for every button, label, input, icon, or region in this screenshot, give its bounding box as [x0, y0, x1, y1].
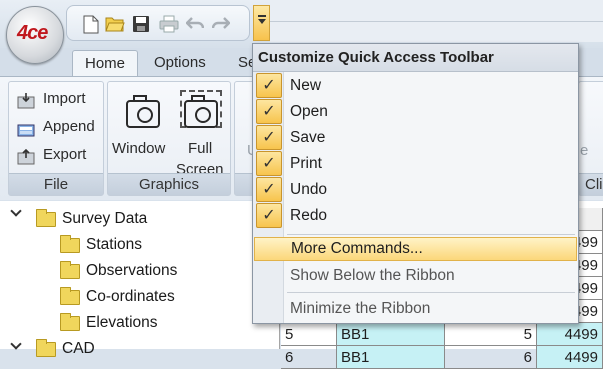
table-cell[interactable]: 5: [445, 323, 537, 346]
tab-options[interactable]: Options: [142, 50, 218, 77]
tree-node-label: Stations: [86, 236, 143, 253]
window-label: Window: [112, 140, 166, 157]
menu-item-show-below-ribbon[interactable]: Show Below the Ribbon: [254, 263, 577, 289]
customize-dropdown-icon: [258, 15, 266, 17]
import-button[interactable]: Import: [17, 90, 86, 109]
undo-icon[interactable]: [185, 15, 205, 35]
survey-tree: Survey Data Stations Observations Co-ord…: [0, 201, 280, 357]
right-group-label-partial: Cli: [579, 173, 603, 195]
table-cell[interactable]: BB1: [337, 323, 445, 346]
menu-item-label: Print: [290, 155, 322, 172]
tree-node-elevations[interactable]: Elevations: [60, 311, 158, 335]
tree-node-label: Observations: [86, 262, 178, 279]
menu-item-print[interactable]: ✓ Print: [254, 151, 577, 177]
append-icon: [17, 124, 35, 137]
export-label: Export: [43, 146, 87, 163]
menu-separator: [287, 234, 575, 235]
menu-item-open[interactable]: ✓ Open: [254, 99, 577, 125]
right-button-partial[interactable]: e: [580, 142, 588, 159]
folder-icon: [60, 235, 80, 253]
checkmark-icon: ✓: [256, 151, 282, 176]
tree-node-label: Co-ordinates: [86, 288, 175, 305]
tree-node-stations[interactable]: Stations: [60, 233, 142, 257]
checkmark-icon: ✓: [256, 73, 282, 98]
file-group-label: File: [9, 173, 103, 195]
title-divider: [270, 21, 603, 22]
menu-item-save[interactable]: ✓ Save: [254, 125, 577, 151]
menu-item-undo[interactable]: ✓ Undo: [254, 177, 577, 203]
new-icon[interactable]: [81, 15, 101, 35]
checkmark-icon: ✓: [256, 99, 282, 124]
chevron-down-icon[interactable]: [10, 338, 22, 350]
application-button[interactable]: 4ce: [6, 6, 64, 64]
tree-node-coordinates[interactable]: Co-ordinates: [60, 285, 175, 309]
table-cell[interactable]: 6: [281, 346, 337, 369]
window-button[interactable]: Window: [112, 88, 172, 168]
folder-icon: [36, 209, 56, 227]
full-screen-camera-icon: [184, 95, 218, 128]
tree-node-observations[interactable]: Observations: [60, 259, 177, 283]
table-cell[interactable]: BB1: [337, 346, 445, 369]
folder-icon: [60, 313, 80, 331]
clipboard-group-partial: e Cli: [578, 81, 603, 196]
checkmark-icon: ✓: [256, 203, 282, 228]
tree-node-cad[interactable]: CAD: [36, 337, 95, 361]
import-icon: [17, 93, 35, 109]
menu-item-label: Undo: [290, 181, 328, 198]
table-cell[interactable]: 6: [445, 346, 537, 369]
append-label: Append: [43, 118, 95, 135]
menu-item-more-commands[interactable]: More Commands...: [254, 237, 577, 261]
customize-qat-button[interactable]: [253, 5, 270, 41]
print-icon[interactable]: [159, 15, 179, 35]
checkmark-icon: ✓: [256, 125, 282, 150]
menu-item-label: New: [290, 77, 322, 94]
menu-title: Customize Quick Access Toolbar: [253, 44, 578, 72]
folder-icon: [36, 339, 56, 357]
folder-icon: [60, 287, 80, 305]
chevron-down-icon: [258, 19, 266, 24]
customize-qat-menu: Customize Quick Access Toolbar ✓ New ✓ O…: [252, 43, 579, 324]
menu-item-label: Show Below the Ribbon: [290, 267, 455, 284]
folder-icon: [60, 261, 80, 279]
chevron-down-icon[interactable]: [10, 205, 22, 217]
tree-node-label: Survey Data: [62, 210, 148, 227]
menu-item-label: Save: [290, 129, 326, 146]
import-label: Import: [43, 90, 86, 107]
full-screen-button[interactable]: Full Screen: [174, 88, 230, 178]
save-icon[interactable]: [131, 15, 151, 35]
camera-icon: [126, 95, 160, 128]
table-cell[interactable]: 4499: [537, 346, 603, 369]
file-group: Import Append Export File: [8, 81, 104, 196]
full-label: Full: [188, 140, 213, 157]
redo-icon[interactable]: [211, 15, 231, 35]
menu-separator: [287, 292, 575, 293]
tree-node-survey-data[interactable]: Survey Data: [36, 207, 147, 231]
append-button[interactable]: Append: [17, 118, 95, 137]
table-cell[interactable]: 4499: [537, 323, 603, 346]
export-button[interactable]: Export: [17, 146, 87, 165]
menu-item-minimize-ribbon[interactable]: Minimize the Ribbon: [254, 296, 577, 322]
table-cell[interactable]: 5: [281, 323, 337, 346]
menu-item-new[interactable]: ✓ New: [254, 73, 577, 99]
graphics-group-label: Graphics: [108, 173, 230, 195]
checkmark-icon: ✓: [256, 177, 282, 202]
menu-item-label: Redo: [290, 207, 328, 224]
graphics-group: Window Full Screen Graphics: [107, 81, 231, 196]
menu-item-label: More Commands...: [291, 240, 423, 257]
quick-access-toolbar: [66, 5, 250, 41]
menu-item-redo[interactable]: ✓ Redo: [254, 203, 577, 229]
open-icon[interactable]: [105, 15, 125, 35]
tree-node-label: Elevations: [86, 314, 158, 331]
export-icon: [17, 149, 35, 165]
app-logo: 4ce: [17, 22, 48, 44]
menu-item-label: Open: [290, 103, 328, 120]
menu-item-label: Minimize the Ribbon: [290, 300, 431, 317]
tab-home[interactable]: Home: [72, 50, 139, 77]
